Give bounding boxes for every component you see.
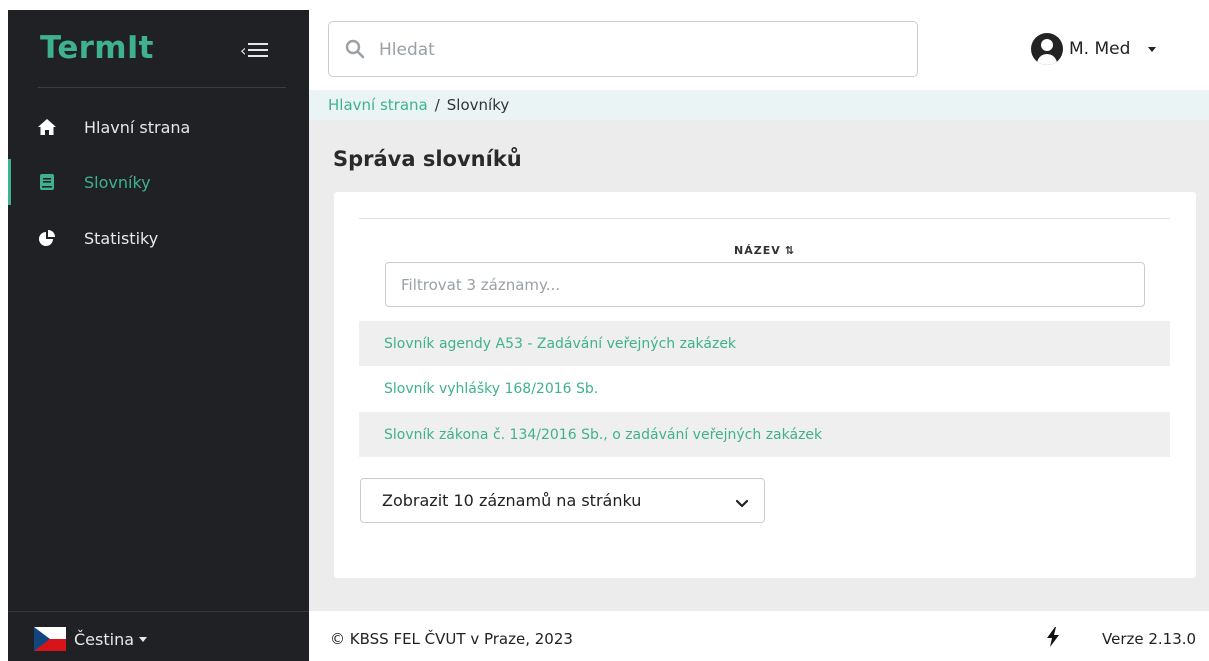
vocabularies-card: NÁZEV ⇅ Slovník agendy A53 - Zadávání veř…: [334, 192, 1196, 578]
chevron-down-icon: [735, 494, 749, 513]
breadcrumb-separator: /: [434, 96, 440, 114]
table-row[interactable]: Slovník vyhlášky 168/2016 Sb.: [359, 366, 1170, 411]
table-row[interactable]: Slovník zákona č. 134/2016 Sb., o zadává…: [359, 412, 1170, 457]
column-header-label: NÁZEV: [734, 244, 781, 257]
sidebar-item-label: Slovníky: [84, 172, 151, 192]
sidebar-item-home[interactable]: Hlavní strana: [8, 104, 309, 150]
sidebar-footer: Čestina: [8, 611, 309, 661]
user-name: M. Med: [1069, 39, 1131, 59]
caret-down-icon: [1148, 46, 1157, 52]
home-icon: [38, 118, 56, 136]
sidebar-item-statistics[interactable]: Statistiky: [8, 215, 309, 261]
czech-flag-icon: [34, 627, 66, 651]
brand-logo[interactable]: TermIt: [40, 30, 154, 66]
page-size-select[interactable]: Zobrazit 10 záznamů na stránku: [360, 478, 765, 523]
book-icon: [38, 173, 56, 191]
divider: [359, 218, 1170, 219]
user-avatar-icon: [1031, 33, 1063, 65]
main-content: Správa slovníků NÁZEV ⇅ Slovník agendy A5…: [309, 120, 1209, 611]
table-row[interactable]: Slovník agendy A53 - Zadávání veřejných …: [359, 321, 1170, 366]
sidebar-item-label: Hlavní strana: [84, 117, 191, 137]
vocabulary-link[interactable]: Slovník agendy A53 - Zadávání veřejných …: [384, 336, 736, 352]
caret-down-icon: [139, 636, 148, 642]
vocabulary-link[interactable]: Slovník zákona č. 134/2016 Sb., o zadává…: [384, 427, 822, 443]
language-selector[interactable]: Čestina: [34, 627, 148, 651]
pie-chart-icon: [38, 229, 56, 247]
sidebar-collapse-button[interactable]: ‹: [240, 36, 280, 64]
lightning-icon[interactable]: [1046, 627, 1060, 651]
page-size-label: Zobrazit 10 záznamů na stránku: [382, 491, 642, 510]
page-footer: © KBSS FEL ČVUT v Praze, 2023 Verze 2.13…: [309, 611, 1209, 661]
search-box[interactable]: [328, 21, 918, 77]
sort-icon[interactable]: ⇅: [785, 244, 795, 257]
vocabulary-link[interactable]: Slovník vyhlášky 168/2016 Sb.: [384, 381, 598, 397]
sidebar: TermIt ‹ Hlavní strana Slovníky Statisti…: [8, 10, 309, 661]
breadcrumb-current: Slovníky: [446, 96, 510, 114]
top-header: M. Med: [309, 10, 1209, 90]
version-text: Verze 2.13.0: [1102, 630, 1197, 648]
breadcrumb-home-link[interactable]: Hlavní strana: [328, 96, 428, 114]
sidebar-item-vocabularies[interactable]: Slovníky: [8, 159, 309, 205]
menu-icon: [248, 43, 269, 57]
search-input[interactable]: [379, 36, 899, 64]
breadcrumb: Hlavní strana / Slovníky: [309, 90, 1209, 120]
user-menu[interactable]: M. Med: [1031, 33, 1157, 65]
page-title: Správa slovníků: [333, 147, 522, 171]
column-header-name[interactable]: NÁZEV ⇅: [359, 244, 1170, 257]
filter-input[interactable]: [385, 262, 1145, 307]
sidebar-item-label: Statistiky: [84, 228, 159, 248]
copyright-text: © KBSS FEL ČVUT v Praze, 2023: [330, 630, 573, 648]
chevron-left-icon: ‹: [240, 40, 247, 60]
language-label: Čestina: [74, 629, 135, 649]
brand-divider: [38, 87, 286, 88]
search-icon: [345, 39, 365, 63]
